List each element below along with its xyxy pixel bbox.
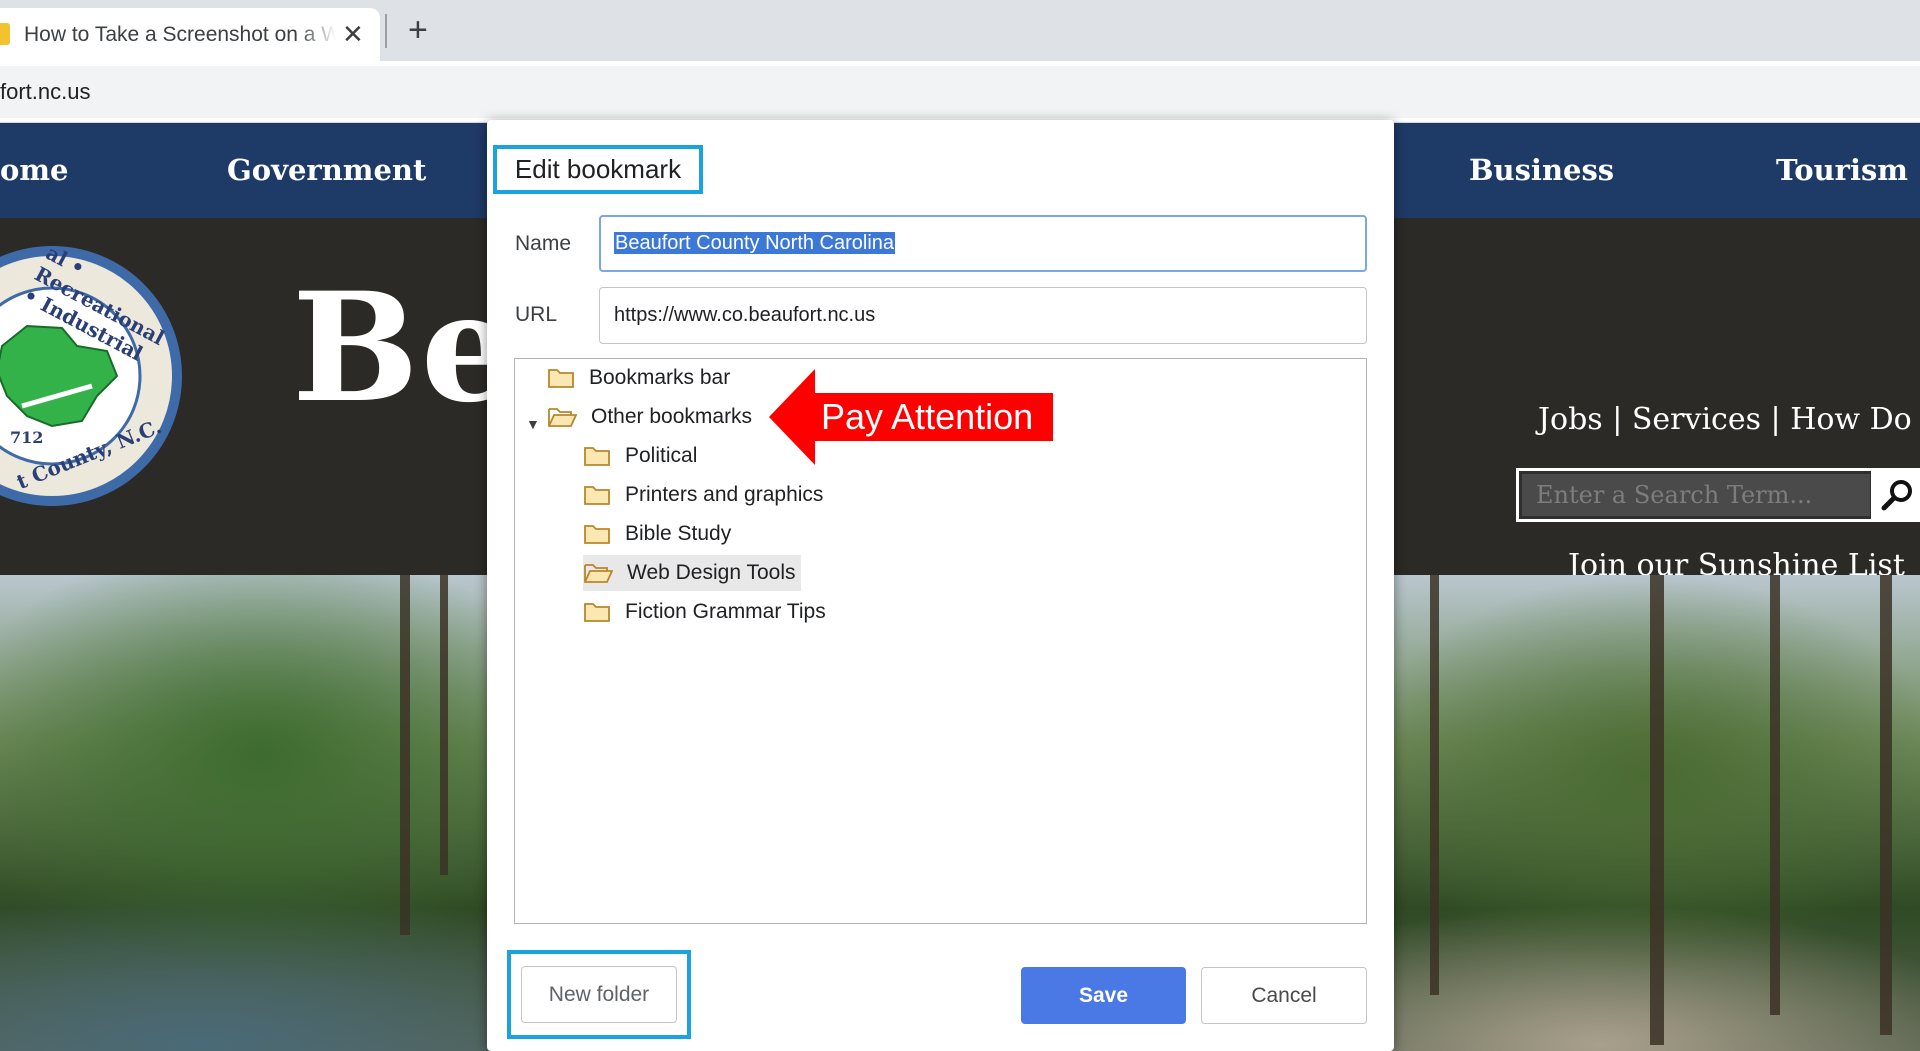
folder-open-icon (584, 564, 613, 584)
site-search-input[interactable] (1522, 474, 1870, 516)
header-links[interactable]: Jobs | Services | How Do I? (1538, 402, 1920, 437)
folder-icon (548, 369, 574, 389)
new-folder-button[interactable]: New folder (521, 966, 677, 1023)
folder-icon (584, 486, 610, 506)
site-search (1516, 468, 1920, 522)
expand-caret-icon[interactable]: ▼ (526, 416, 540, 432)
save-button[interactable]: Save (1021, 967, 1186, 1024)
nav-tourism[interactable]: Tourism (1776, 123, 1908, 218)
folder-icon (584, 525, 610, 545)
site-search-button[interactable] (1871, 471, 1920, 519)
tree-item-fiction-grammar[interactable]: Fiction Grammar Tips (583, 594, 826, 630)
tree-item-political[interactable]: Political (583, 438, 697, 474)
tree-item-web-design-tools[interactable]: Web Design Tools (583, 555, 802, 591)
folder-icon (584, 447, 610, 467)
arrow-left-icon (769, 369, 815, 465)
tab-divider (385, 14, 387, 48)
browser-toolbar: fort.nc.us (0, 61, 1920, 123)
title-highlight-box: Edit bookmark (493, 145, 703, 194)
new-tab-button[interactable]: + (408, 8, 428, 53)
cancel-button[interactable]: Cancel (1201, 967, 1367, 1024)
name-label: Name (515, 232, 572, 255)
tree-item-bible-study[interactable]: Bible Study (583, 516, 731, 552)
dialog-title: Edit bookmark (514, 154, 682, 184)
close-tab-icon[interactable]: ✕ (342, 8, 364, 61)
address-url: fort.nc.us (0, 79, 91, 104)
browser-tab[interactable]: How to Take a Screenshot on a Windows ✕ (0, 8, 380, 61)
folder-tree[interactable]: ▼ Bookmarks bar Other bookmarks Politica… (514, 358, 1367, 924)
county-seal: al • Recreational • Industrial t County,… (0, 240, 182, 506)
folder-icon (584, 603, 610, 623)
address-bar[interactable]: fort.nc.us (0, 66, 1920, 118)
new-folder-highlight-box: New folder (507, 950, 691, 1039)
url-field[interactable]: https://www.co.beaufort.nc.us (599, 287, 1367, 344)
tab-title: How to Take a Screenshot on a Windows (24, 23, 336, 46)
tree-item-printers-graphics[interactable]: Printers and graphics (583, 477, 823, 513)
edit-bookmark-dialog: Edit bookmark Name Beaufort County North… (487, 120, 1394, 1051)
seal-year: 712 (10, 428, 44, 447)
url-label: URL (515, 303, 558, 326)
name-value: Beaufort County North Carolina (614, 232, 896, 254)
annotation-label: Pay Attention (811, 393, 1053, 441)
tree-item-other-bookmarks[interactable]: Other bookmarks (547, 399, 752, 435)
tree-item-bookmarks-bar[interactable]: Bookmarks bar (547, 360, 730, 396)
browser-tab-bar: How to Take a Screenshot on a Windows ✕ … (0, 0, 1920, 61)
folder-open-icon (548, 408, 577, 428)
nav-business[interactable]: Business (1469, 123, 1614, 218)
search-icon (1881, 480, 1912, 511)
nav-government[interactable]: Government (227, 123, 426, 218)
favicon-icon (0, 23, 10, 45)
name-field[interactable]: Beaufort County North Carolina (599, 215, 1367, 272)
nav-home[interactable]: ome (0, 123, 68, 218)
url-value: https://www.co.beaufort.nc.us (614, 304, 876, 326)
